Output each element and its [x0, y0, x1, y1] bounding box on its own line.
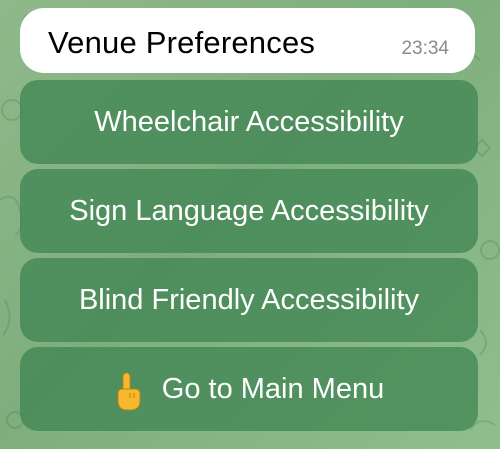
message-bubble: Venue Preferences 23:34 [20, 8, 475, 73]
message-text: Venue Preferences [48, 25, 316, 60]
keyboard-button-label: Wheelchair Accessibility [94, 105, 404, 138]
keyboard-button-label: Go to Main Menu [161, 372, 385, 405]
keyboard-button-sign-language-accessibility[interactable]: Sign Language Accessibility [20, 169, 478, 253]
pointing-hand-icon [117, 372, 141, 411]
keyboard-button-go-to-main-menu[interactable]: Go to Main Menu [20, 347, 478, 431]
keyboard-button-label: Blind Friendly Accessibility [78, 283, 420, 316]
keyboard-button-wheelchair-accessibility[interactable]: Wheelchair Accessibility [20, 80, 478, 164]
keyboard-button-label: Sign Language Accessibility [69, 194, 429, 227]
message-timestamp: 23:34 [401, 38, 449, 59]
keyboard-button-blind-friendly-accessibility[interactable]: Blind Friendly Accessibility [20, 258, 478, 342]
